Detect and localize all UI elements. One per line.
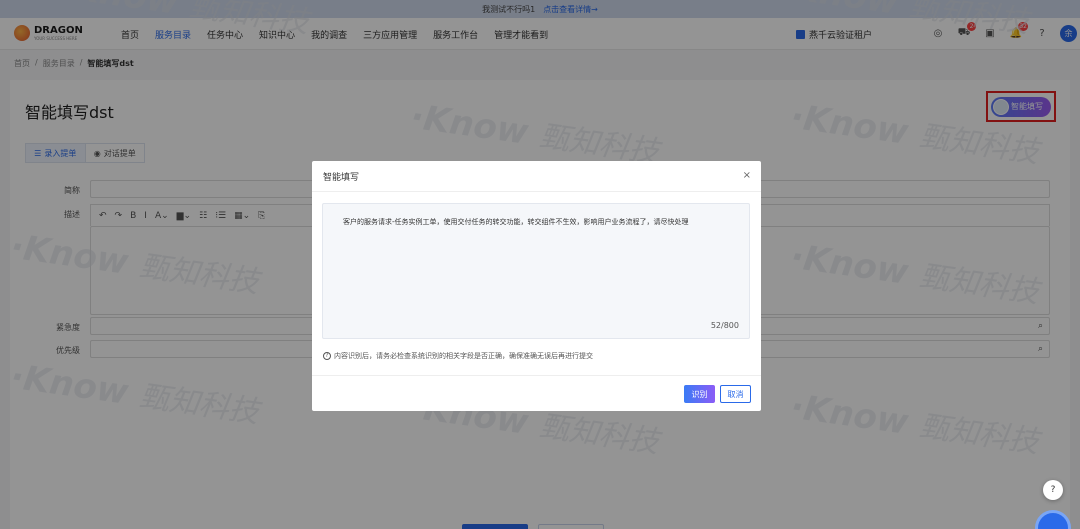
dialog-hint: ? 内容识别后，请务必检查系统识别的相关字段是否正确，确保准确无误后再进行提交 [323,351,593,361]
question-circle-icon: ? [323,352,331,360]
dialog-header: 智能填写 × [312,161,761,192]
dialog-title: 智能填写 [323,172,360,183]
char-counter: 52/800 [710,321,739,330]
help-float-button[interactable]: ? [1043,480,1063,500]
dialog-footer: 识别 取消 [312,375,761,411]
hint-text: 内容识别后，请务必检查系统识别的相关字段是否正确，确保准确无误后再进行提交 [334,352,593,360]
content-textarea[interactable]: 客户的服务请求-任务实例工单，使用交付任务的转交功能，转交组件不生效，影响用户业… [322,203,750,339]
smart-fill-dialog: 智能填写 × 客户的服务请求-任务实例工单，使用交付任务的转交功能，转交组件不生… [312,161,761,411]
textarea-value: 客户的服务请求-任务实例工单，使用交付任务的转交功能，转交组件不生效，影响用户业… [343,218,689,226]
cancel-button[interactable]: 取消 [720,385,751,403]
close-icon[interactable]: × [743,170,751,181]
recognize-button[interactable]: 识别 [684,385,715,403]
